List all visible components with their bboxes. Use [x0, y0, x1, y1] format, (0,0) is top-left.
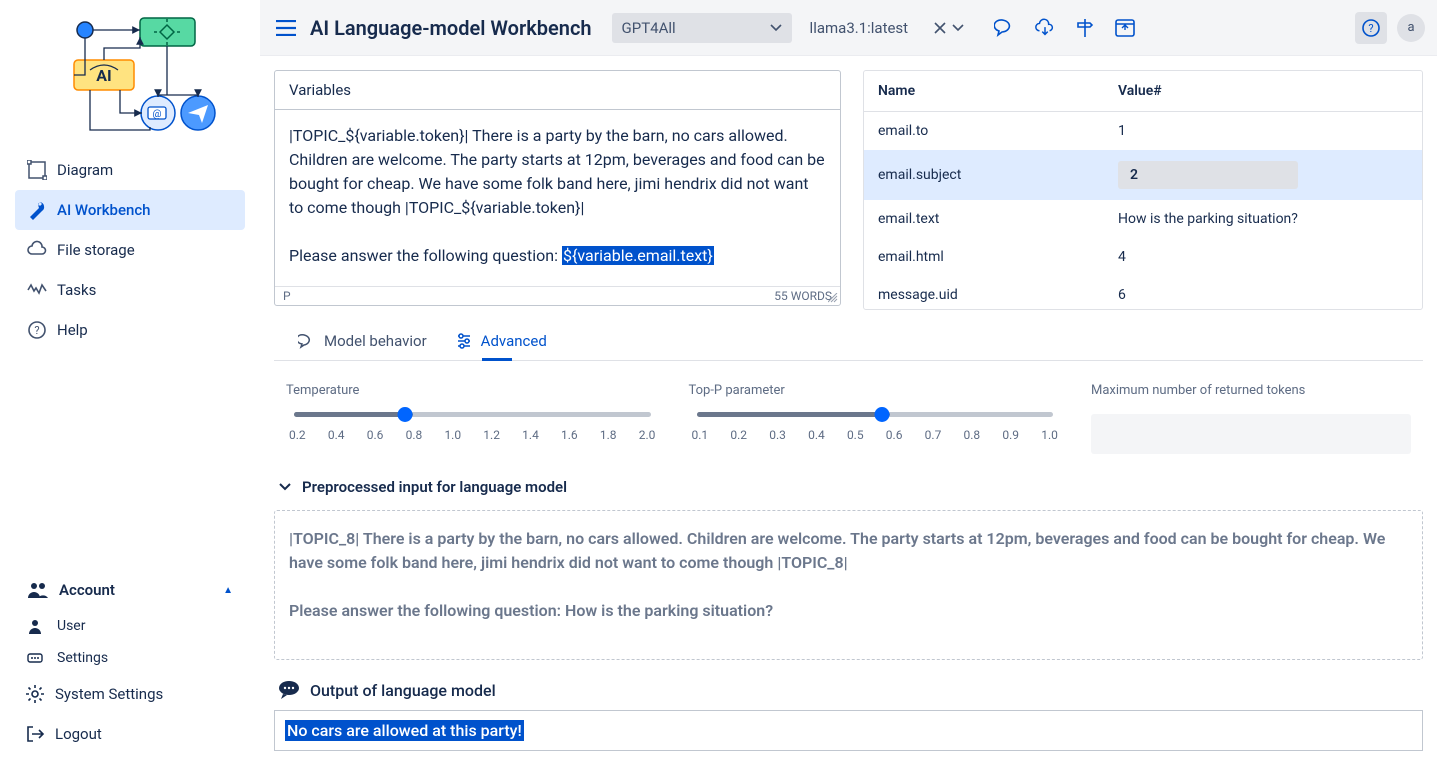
- window-icon[interactable]: [1114, 17, 1136, 39]
- label: Settings: [57, 650, 108, 666]
- nav-label: Help: [57, 321, 88, 339]
- account-toggle[interactable]: Account ▲: [15, 570, 245, 610]
- nav-ai-workbench[interactable]: AI Workbench: [15, 190, 245, 230]
- temperature-label: Temperature: [286, 383, 659, 398]
- svg-text:AI: AI: [96, 66, 111, 85]
- topbar: AI Language-model Workbench GPT4All llam…: [260, 0, 1437, 56]
- temperature-ticks: 0.20.40.60.81.01.21.41.61.82.0: [286, 418, 659, 442]
- maxtokens-input[interactable]: [1091, 414, 1411, 454]
- user-icon: [27, 618, 45, 634]
- svg-text:@: @: [153, 109, 162, 120]
- tab-label: Model behavior: [324, 332, 427, 350]
- chevron-down-icon: [770, 24, 782, 32]
- tab-model-behavior[interactable]: Model behavior: [298, 324, 427, 360]
- table-row[interactable]: email.subject 2: [864, 150, 1422, 200]
- variables-table: Name Value# email.to 1 email.subject 2: [863, 70, 1423, 310]
- chat-icon[interactable]: [994, 17, 1016, 39]
- topp-ticks: 0.10.20.30.40.50.60.70.80.91.0: [689, 418, 1062, 442]
- pre-line: |TOPIC_8| There is a party by the barn, …: [289, 527, 1408, 575]
- help-button[interactable]: ?: [1355, 12, 1387, 44]
- label: User: [57, 618, 85, 634]
- settings-icon: [27, 652, 45, 664]
- user-avatar[interactable]: a: [1397, 14, 1425, 42]
- maxtokens-label: Maximum number of returned tokens: [1091, 383, 1411, 398]
- topp-slider[interactable]: [689, 410, 1062, 418]
- diagram-icon: [27, 160, 47, 180]
- nav-tasks[interactable]: Tasks: [15, 270, 245, 310]
- speech-icon: [278, 680, 300, 700]
- app-logo: AI @: [0, 10, 260, 140]
- editor-status-right: 55 WORDS: [774, 289, 832, 303]
- wrench-icon: [27, 200, 47, 220]
- close-icon[interactable]: [934, 22, 946, 34]
- nav-file-storage[interactable]: File storage: [15, 230, 245, 270]
- label: System Settings: [55, 685, 163, 703]
- editor-line: |TOPIC_${variable.token}| There is a par…: [289, 124, 826, 220]
- editor-q-prefix: Please answer the following question:: [289, 246, 562, 265]
- page-title: AI Language-model Workbench: [310, 16, 592, 40]
- table-row[interactable]: message.uid 6: [864, 276, 1422, 310]
- table-row[interactable]: email.text How is the parking situation?: [864, 200, 1422, 238]
- topp-label: Top-P parameter: [689, 383, 1062, 398]
- provider-value: GPT4All: [622, 19, 676, 37]
- account-settings[interactable]: Settings: [15, 642, 245, 674]
- preprocessed-box: |TOPIC_8| There is a party by the barn, …: [274, 510, 1423, 660]
- output-text: No cars are allowed at this party!: [285, 720, 524, 741]
- editor-status-left: P: [283, 289, 291, 303]
- nav-label: Diagram: [57, 161, 113, 179]
- help-icon: ?: [27, 320, 47, 340]
- users-icon: [27, 580, 49, 600]
- temperature-slider[interactable]: [286, 410, 659, 418]
- editor-textarea[interactable]: |TOPIC_${variable.token}| There is a par…: [275, 110, 840, 286]
- account-label: Account: [59, 581, 115, 599]
- editor-header: Variables: [275, 71, 840, 110]
- tasks-icon: [27, 280, 47, 300]
- model-value: llama3.1:latest: [810, 19, 909, 37]
- nav-label: File storage: [57, 241, 135, 259]
- cloud-download-icon[interactable]: [1034, 17, 1056, 39]
- output-header: Output of language model: [274, 660, 1423, 710]
- sliders-icon: [455, 332, 473, 350]
- nav-diagram[interactable]: Diagram: [15, 150, 245, 190]
- table-row[interactable]: email.to 1: [864, 112, 1422, 150]
- value-input[interactable]: 2: [1118, 161, 1298, 189]
- nav-label: AI Workbench: [57, 201, 151, 219]
- provider-select[interactable]: GPT4All: [612, 13, 792, 43]
- cloud-icon: [27, 240, 47, 260]
- gear-icon: [25, 684, 45, 704]
- pre-line: Please answer the following question: Ho…: [289, 599, 1408, 623]
- prompt-editor: Variables |TOPIC_${variable.token}| Ther…: [274, 70, 841, 306]
- tab-label: Advanced: [481, 332, 547, 350]
- svg-text:?: ?: [1368, 22, 1373, 35]
- table-row[interactable]: email.html 4: [864, 238, 1422, 276]
- logout-icon: [25, 724, 45, 744]
- preprocessed-toggle[interactable]: Preprocessed input for language model: [274, 464, 1423, 510]
- col-name: Name: [878, 83, 1118, 99]
- menu-toggle[interactable]: [272, 16, 300, 40]
- output-box: No cars are allowed at this party!: [274, 710, 1423, 751]
- account-system-settings[interactable]: System Settings: [15, 674, 245, 714]
- resize-handle[interactable]: [828, 293, 838, 303]
- signpost-icon[interactable]: [1074, 17, 1096, 39]
- chevron-down-icon[interactable]: [952, 24, 964, 32]
- label: Logout: [55, 725, 102, 743]
- nav-label: Tasks: [57, 281, 96, 299]
- editor-variable-highlight: ${variable.email.text}: [562, 246, 714, 265]
- chevron-down-icon: [278, 482, 292, 492]
- account-user[interactable]: User: [15, 610, 245, 642]
- col-value: Value#: [1118, 83, 1408, 99]
- svg-text:?: ?: [34, 324, 39, 337]
- output-label: Output of language model: [310, 681, 496, 700]
- nav-help[interactable]: ? Help: [15, 310, 245, 350]
- account-logout[interactable]: Logout: [15, 714, 245, 754]
- chat-icon: [298, 332, 316, 350]
- tab-advanced[interactable]: Advanced: [455, 324, 547, 360]
- preprocessed-label: Preprocessed input for language model: [302, 478, 567, 496]
- collapse-icon: ▲: [223, 585, 233, 596]
